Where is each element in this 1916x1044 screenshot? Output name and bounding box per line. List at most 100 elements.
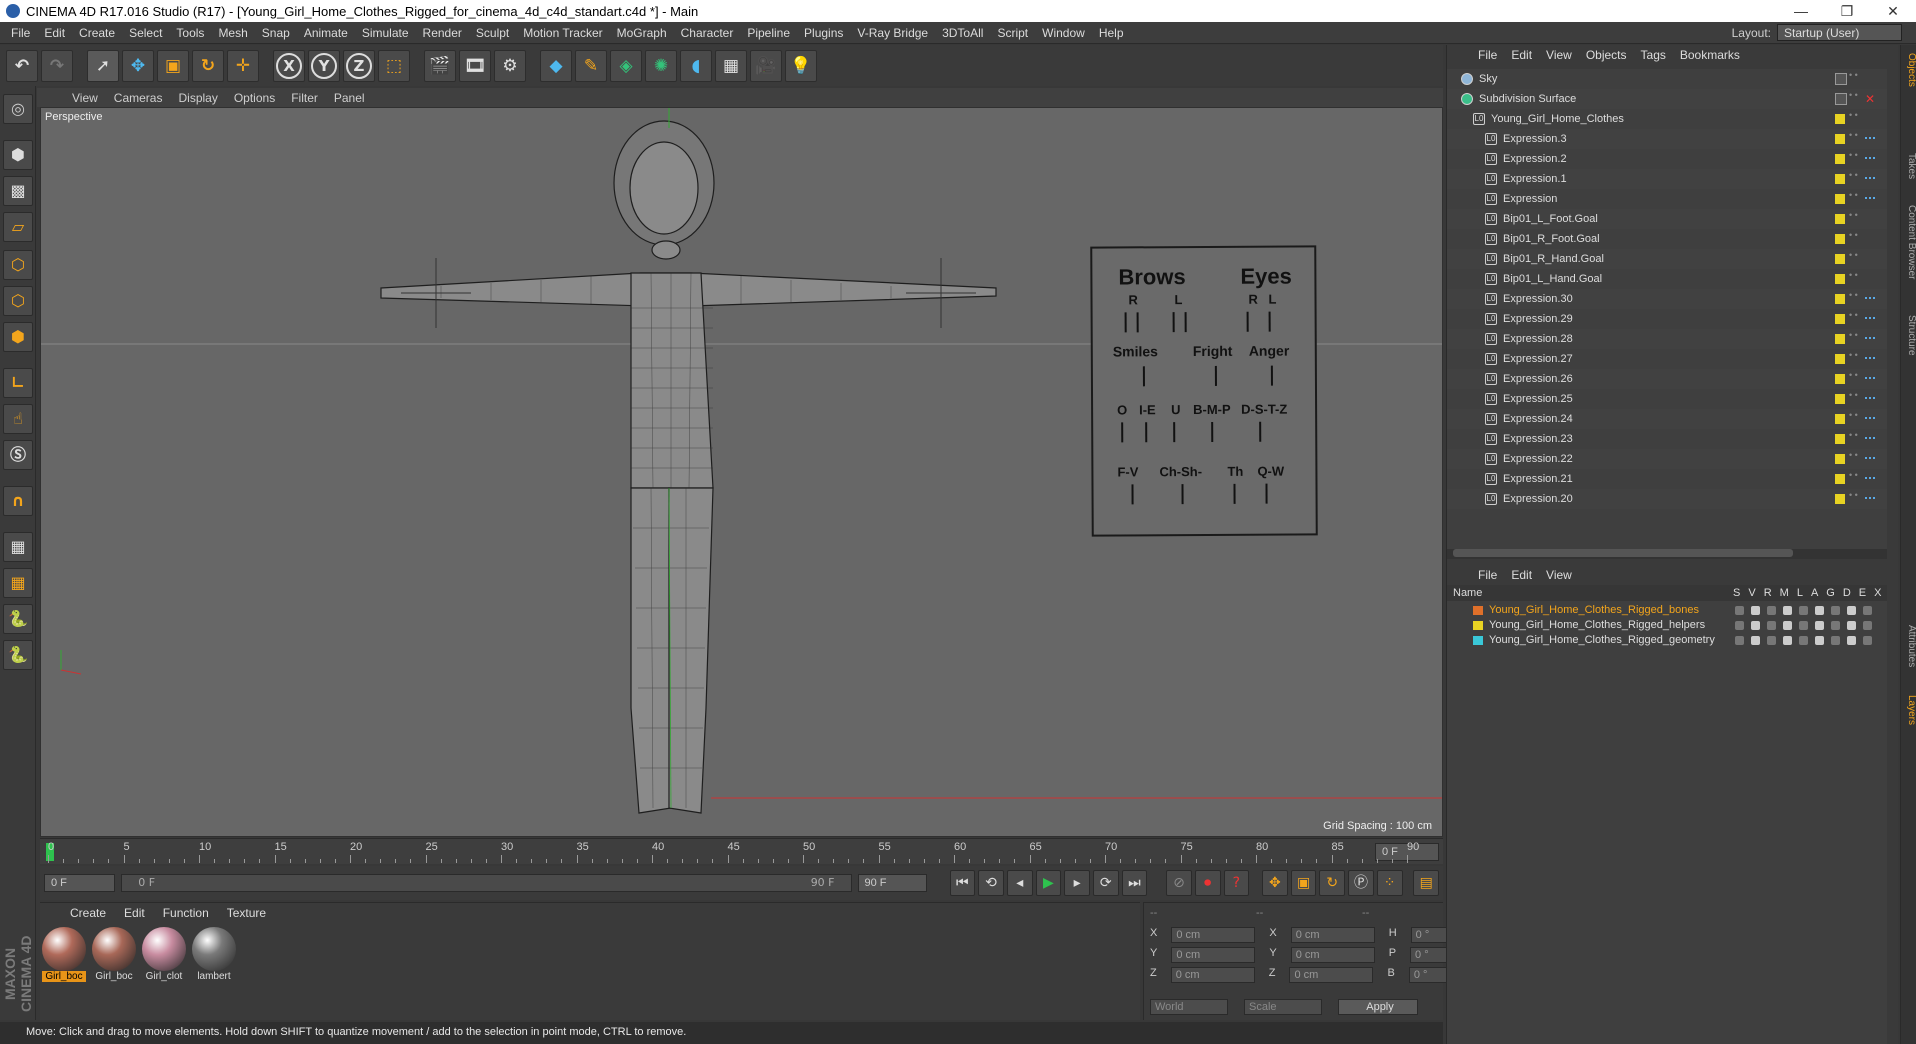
pen-spline-icon[interactable]: ✎ (575, 49, 607, 82)
object-row[interactable]: L0 Bip01_R_Foot.Goal • • (1447, 229, 1887, 249)
generator-check-icon[interactable] (1835, 93, 1847, 105)
object-scrollbar-thumb[interactable] (1453, 549, 1793, 557)
visibility-dots-icon[interactable]: • • (1849, 411, 1858, 420)
viseme-u-slider[interactable] (1173, 422, 1176, 443)
material-menu-texture[interactable]: Texture (219, 906, 274, 920)
brow-l2-slider[interactable] (1184, 312, 1187, 333)
viseme-th-slider[interactable] (1233, 483, 1236, 504)
object-scrollbar[interactable] (1447, 549, 1887, 559)
layer-flag-toggle-icon[interactable] (1799, 636, 1808, 645)
layer-flag-toggle-icon[interactable] (1863, 621, 1872, 630)
tweak-mode-icon[interactable]: ☝ (3, 404, 33, 434)
apply-button[interactable]: Apply (1338, 999, 1418, 1015)
visibility-dots-icon[interactable]: • • (1849, 291, 1858, 300)
visibility-dots-icon[interactable]: • • (1849, 71, 1858, 80)
eye-r-slider[interactable] (1246, 311, 1249, 332)
object-row[interactable]: Subdivision Surface ✕ • • (1447, 89, 1887, 109)
timeline-ruler[interactable]: 0 F 0 5 10 15 20 25 30 35 40 45 50 55 60 65 70 75 80 85 90 (40, 838, 1443, 864)
end-frame-field[interactable]: 90 F (857, 874, 927, 892)
menu-render[interactable]: Render (416, 26, 469, 40)
layer-flag-toggle-icon[interactable] (1783, 606, 1792, 615)
polygons-mode-icon[interactable]: ⬢ (3, 322, 33, 352)
objects-menu-view[interactable]: View (1539, 48, 1579, 62)
maximize-button[interactable]: ❐ (1824, 0, 1870, 22)
visibility-dots-icon[interactable]: • • (1849, 331, 1858, 340)
goto-end-icon[interactable]: ⏭ (1121, 870, 1148, 896)
undo-icon[interactable]: ↶ (6, 49, 38, 82)
layer-flag-toggle-icon[interactable] (1735, 621, 1744, 630)
perspective-viewport[interactable]: Perspective Brows Eyes R L R L Smiles Fr… (40, 107, 1443, 837)
visibility-dots-icon[interactable]: • • (1849, 391, 1858, 400)
coord-mode-dropdown[interactable]: Scale (1244, 999, 1322, 1015)
object-row[interactable]: L0 Expression.1 • • (1447, 169, 1887, 189)
object-manager-list[interactable]: Sky • • Subdivision Surface ✕ • • L0 Young_Gir… (1447, 69, 1887, 559)
object-row[interactable]: L0 Expression.3 • • (1447, 129, 1887, 149)
visibility-dots-icon[interactable]: • • (1849, 311, 1858, 320)
viseme-chsh-slider[interactable] (1181, 484, 1184, 505)
key-rotation-icon[interactable]: ↻ (1319, 870, 1346, 896)
layer-flag-toggle-icon[interactable] (1783, 621, 1792, 630)
disabled-x-icon[interactable]: ✕ (1865, 89, 1875, 109)
expression-tag-icon[interactable] (1865, 497, 1875, 501)
object-row[interactable]: L0 Young_Girl_Home_Clothes • • (1447, 109, 1887, 129)
model-mode-icon[interactable]: ⬢ (3, 140, 33, 170)
menu-v-ray-bridge[interactable]: V-Ray Bridge (850, 26, 935, 40)
workplane-lock-icon[interactable]: ▦ (3, 532, 33, 562)
viseme-dstz-slider[interactable] (1259, 421, 1262, 442)
keyframe-selection-icon[interactable]: ? (1223, 870, 1250, 896)
object-row[interactable]: L0 Expression.27 • • (1447, 349, 1887, 369)
coord-value-field[interactable]: 0 cm (1290, 927, 1375, 943)
object-row[interactable]: L0 Bip01_R_Hand.Goal • • (1447, 249, 1887, 269)
locked-workplane-icon[interactable]: ▦ (3, 568, 33, 598)
expression-tag-icon[interactable] (1865, 157, 1875, 161)
object-row[interactable]: Sky • • (1447, 69, 1887, 89)
object-row[interactable]: L0 Expression.22 • • (1447, 449, 1887, 469)
viseme-fv-slider[interactable] (1131, 484, 1134, 505)
make-editable-icon[interactable]: ◎ (3, 94, 33, 124)
smiles-slider[interactable] (1142, 366, 1145, 387)
key-scale-icon[interactable]: ▣ (1290, 870, 1317, 896)
coord-value-field[interactable]: 0 cm (1290, 947, 1375, 963)
expression-tag-icon[interactable] (1865, 197, 1875, 201)
menu-motion-tracker[interactable]: Motion Tracker (516, 26, 609, 40)
prev-frame-icon[interactable]: ◂ (1006, 870, 1033, 896)
layers-menu-view[interactable]: View (1539, 568, 1579, 582)
snap-mode-icon[interactable]: Ⓢ (3, 440, 33, 470)
visibility-dots-icon[interactable]: • • (1849, 91, 1858, 100)
texture-mode-icon[interactable]: ▩ (3, 176, 33, 206)
fright-slider[interactable] (1214, 365, 1217, 386)
layer-flag-toggle-icon[interactable] (1863, 606, 1872, 615)
layer-color-swatch[interactable] (1473, 636, 1483, 645)
visibility-dots-icon[interactable]: • • (1849, 491, 1858, 500)
layer-flag-toggle-icon[interactable] (1751, 606, 1760, 615)
coord-value-field[interactable]: 0 cm (1289, 967, 1374, 983)
layer-flag-toggle-icon[interactable] (1735, 606, 1744, 615)
layer-flag-toggle-icon[interactable] (1815, 636, 1824, 645)
magnet-icon[interactable]: ∩ (3, 486, 33, 516)
material-thumbnail[interactable]: lambert (192, 927, 236, 985)
record-keyframe-icon[interactable]: ⊘ (1166, 870, 1192, 896)
python-console-icon[interactable]: 🐍 (3, 640, 33, 670)
layer-color-swatch[interactable] (1473, 606, 1483, 615)
menu-snap[interactable]: Snap (255, 26, 297, 40)
layout-dropdown[interactable]: Startup (User) (1777, 24, 1902, 41)
menu-simulate[interactable]: Simulate (355, 26, 416, 40)
select-tool-icon[interactable]: ➚ (87, 49, 119, 82)
next-key-icon[interactable]: ⟳ (1092, 870, 1119, 896)
material-thumbnail[interactable]: Girl_boc (42, 927, 86, 985)
material-menu-create[interactable]: Create (62, 906, 114, 920)
visibility-dots-icon[interactable]: • • (1849, 471, 1858, 480)
viewport-menu-view[interactable]: View (65, 91, 105, 105)
object-row[interactable]: L0 Expression.21 • • (1447, 469, 1887, 489)
key-pla-icon[interactable]: ⁘ (1376, 870, 1403, 896)
render-view-icon[interactable]: 🎬 (424, 49, 456, 82)
menu-select[interactable]: Select (122, 26, 169, 40)
menu-help[interactable]: Help (1092, 26, 1131, 40)
layer-flag-toggle-icon[interactable] (1799, 606, 1808, 615)
camera-icon[interactable]: 🎥 (750, 49, 782, 82)
visibility-dots-icon[interactable]: • • (1849, 451, 1858, 460)
viseme-o-slider[interactable] (1121, 422, 1124, 443)
menu-file[interactable]: File (4, 26, 37, 40)
render-picture-viewer-icon[interactable]: 🎞 (459, 49, 491, 82)
close-button[interactable]: ✕ (1870, 0, 1916, 22)
